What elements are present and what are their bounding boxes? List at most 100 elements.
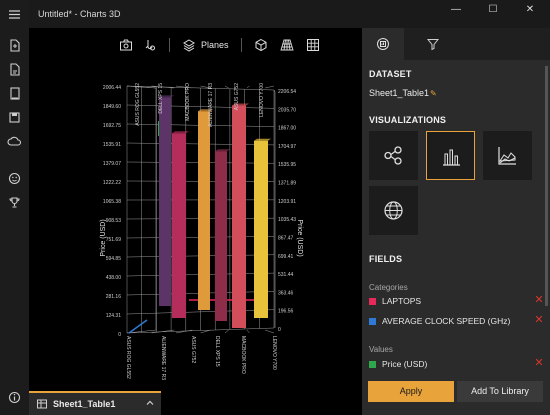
bar — [159, 97, 171, 306]
tab-filter[interactable] — [412, 28, 454, 60]
field-name: AVERAGE CLOCK SPEED (GHz) — [382, 316, 511, 326]
gridline — [246, 329, 250, 334]
y-tick-label: 281.16 — [106, 294, 122, 300]
y-tick-label: 1035.43 — [278, 217, 296, 223]
gridline — [224, 329, 229, 334]
y-tick-label: 531.44 — [278, 272, 294, 278]
visualizations-heading: VISUALIZATIONS — [369, 115, 447, 125]
bar — [215, 151, 227, 321]
bar-top — [254, 138, 271, 141]
y-tick-label: 699.41 — [278, 254, 294, 260]
sheet-tab[interactable]: Sheet1_Table1 — [29, 391, 161, 415]
field-item[interactable]: Price (USD) ✕ — [369, 358, 544, 371]
y-tick-label: 751.69 — [106, 237, 122, 243]
area-chart-button[interactable] — [483, 131, 532, 180]
y-tick-label: 2006.44 — [103, 85, 121, 91]
y-tick-label: 2206.54 — [278, 89, 296, 95]
y-axis-title: Price (USD) — [296, 219, 303, 256]
field-item[interactable]: LAPTOPS ✕ — [369, 295, 544, 308]
close-button[interactable]: ✕ — [515, 3, 545, 17]
y-tick-label: 867.47 — [278, 235, 294, 241]
edit-dataset-icon[interactable]: ✎ — [430, 89, 437, 98]
x-tick-label: DELL XPS 15 — [158, 83, 164, 114]
bar-top — [215, 149, 230, 152]
apply-button[interactable]: Apply — [368, 381, 454, 402]
x-tick-label: MACBOOK PRO — [240, 336, 246, 374]
y-tick-label: 1849.60 — [103, 104, 121, 110]
bar — [172, 133, 186, 318]
y-tick-label: 124.31 — [106, 313, 122, 319]
open-file-icon[interactable] — [7, 62, 22, 77]
y-tick-label: 1371.89 — [278, 181, 296, 187]
bar-chart-button[interactable] — [426, 131, 475, 180]
y-tick-label: 2035.70 — [278, 107, 296, 113]
x-tick-label: LENOVO Y700 — [271, 336, 277, 370]
globe-icon — [384, 201, 403, 220]
categories-group-label: Categories — [369, 283, 408, 292]
bar-top — [172, 131, 189, 134]
x-tick-label: DELL XPS 15 — [214, 336, 220, 367]
x-tick-label: ASUS G752 — [190, 336, 196, 363]
minimize-button[interactable]: — — [441, 3, 471, 17]
remove-field-icon[interactable]: ✕ — [534, 315, 544, 326]
chart-canvas[interactable]: Planes 2006.44 1849.60 1692.75 1535.91 1379.… — [29, 28, 362, 415]
area-chart-icon — [498, 147, 516, 165]
bar — [198, 111, 210, 310]
field-color-swatch — [369, 298, 376, 305]
y-tick-label: 594.85 — [106, 256, 122, 262]
title-bar: Untitled* - Charts 3D — ☐ ✕ — [29, 0, 550, 28]
info-icon[interactable] — [7, 390, 22, 405]
panel-scrollbar[interactable] — [545, 66, 548, 306]
dataset-name: Sheet1_Table1 — [369, 88, 430, 98]
y-tick-label: 1222.22 — [103, 180, 121, 186]
values-group-label: Values — [369, 345, 393, 354]
x-tick-label: MACBOOK PRO — [185, 83, 191, 121]
x-tick-label: ASUS ROG GL552 — [125, 336, 131, 379]
y-tick-label: 363.46 — [278, 290, 294, 296]
y-tick-label: 1692.75 — [103, 123, 121, 129]
trophy-icon[interactable] — [7, 195, 22, 210]
left-icon-rail — [0, 0, 29, 415]
x-tick-label: ALIENWARE 17 R3 — [208, 83, 214, 127]
y-tick-label: 1065.38 — [103, 199, 121, 205]
gridline — [264, 85, 275, 89]
y-tick-label: 1704.97 — [278, 144, 296, 150]
y-tick-label: 1535.91 — [103, 142, 121, 148]
y-tick-label: 0 — [118, 332, 121, 338]
tab-data-chart[interactable] — [362, 28, 404, 60]
bar-chart-icon — [443, 149, 460, 166]
y-tick-label: 0 — [278, 327, 281, 333]
new-file-icon[interactable] — [7, 38, 22, 53]
chart-3d-bar[interactable]: 2006.44 1849.60 1692.75 1535.91 1379.07 1222.… — [29, 28, 362, 391]
sheet-icon — [36, 398, 48, 410]
field-item[interactable]: AVERAGE CLOCK SPEED (GHz) ✕ — [369, 315, 544, 328]
remove-field-icon[interactable]: ✕ — [534, 295, 544, 306]
x-tick-label: LENOVO Y700 — [259, 83, 265, 117]
gridline — [264, 329, 275, 334]
bar — [232, 105, 246, 328]
feedback-icon[interactable] — [7, 171, 22, 186]
data-chart-icon — [377, 38, 389, 50]
document-icon[interactable] — [7, 86, 22, 101]
panel-tabs — [362, 28, 550, 60]
field-color-swatch — [369, 318, 376, 325]
chevron-up-icon[interactable] — [144, 397, 156, 409]
gridline — [246, 85, 250, 89]
fields-heading: FIELDS — [369, 254, 403, 264]
remove-field-icon[interactable]: ✕ — [534, 358, 544, 369]
y-tick-label: 1867.00 — [278, 126, 296, 132]
field-color-swatch — [369, 361, 376, 368]
properties-panel: DATASET Sheet1_Table1 ✎ VISUALIZATIONS F… — [362, 28, 550, 415]
scatter-bubble-button[interactable] — [369, 131, 418, 180]
y-axis-title: Price (USD) — [100, 219, 107, 256]
add-to-library-button[interactable]: Add To Library — [457, 381, 543, 402]
map-chart-button[interactable] — [369, 186, 418, 235]
maximize-button[interactable]: ☐ — [478, 3, 508, 17]
field-name: LAPTOPS — [382, 296, 422, 306]
y-tick-label: 1379.07 — [103, 161, 121, 167]
share-cloud-icon[interactable] — [7, 134, 22, 149]
save-icon[interactable] — [7, 110, 22, 125]
hamburger-menu-icon[interactable] — [7, 7, 22, 22]
dataset-heading: DATASET — [369, 69, 412, 79]
gridline — [224, 85, 229, 89]
